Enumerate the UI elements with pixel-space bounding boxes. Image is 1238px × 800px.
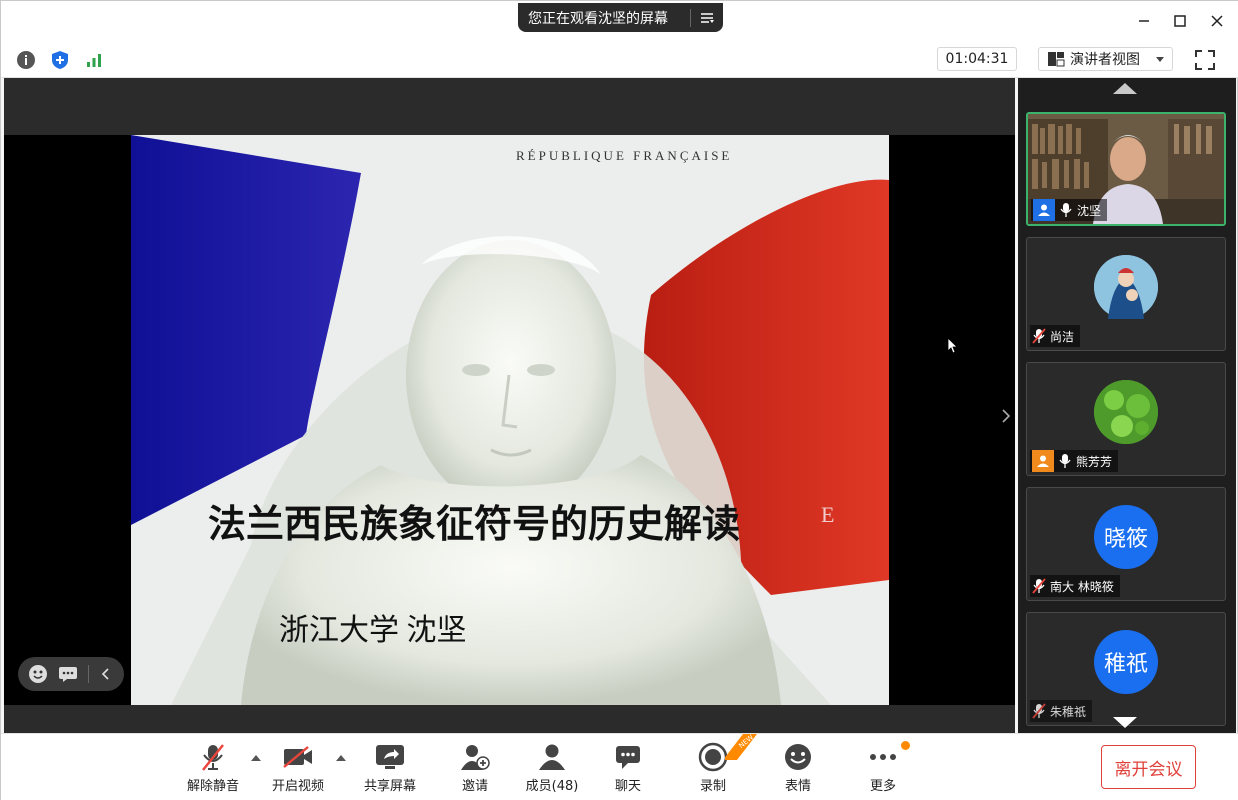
meeting-window: 您正在观看沈坚的屏幕 01:04:31 演讲者视图 RÉPUBLIQUE FRA…	[0, 0, 1238, 800]
members-button[interactable]: 成员(48)	[517, 742, 587, 796]
record-label: 录制	[699, 779, 726, 794]
mic-muted-icon	[1032, 578, 1046, 594]
participant-tile-1[interactable]: 沈坚	[1026, 112, 1226, 226]
mic-muted-icon	[1032, 703, 1046, 719]
start-video-button[interactable]: 开启视频	[263, 742, 333, 796]
mini-toolbar-divider	[88, 665, 89, 683]
audio-options-caret[interactable]	[251, 755, 261, 761]
meeting-timer: 01:04:31	[937, 47, 1017, 71]
slide-title: 法兰西民族象征符号的历史解读	[208, 504, 741, 546]
flag-background	[131, 135, 889, 705]
chat-button[interactable]: 聊天	[593, 742, 663, 796]
chat-label: 聊天	[614, 779, 641, 794]
share-screen-button[interactable]: 共享屏幕	[355, 742, 425, 796]
fullscreen-icon[interactable]	[1193, 48, 1217, 72]
new-badge: NEW	[725, 734, 757, 760]
participant-tile-5[interactable]: 稚祇 朱稚祇	[1026, 612, 1226, 726]
participant-name: 沈坚	[1077, 203, 1102, 218]
more-dots-icon	[867, 742, 899, 772]
participant-namebar: 沈坚	[1031, 199, 1108, 221]
mouse-cursor-icon	[948, 338, 958, 353]
mic-muted-icon	[197, 742, 229, 772]
host-icon	[1033, 199, 1055, 221]
minimize-icon[interactable]	[1134, 11, 1154, 31]
participant-namebar: 尚洁	[1030, 325, 1081, 347]
avatar: 晓筱	[1094, 505, 1158, 569]
scroll-down-icon[interactable]	[1113, 717, 1137, 728]
slide-header-text: RÉPUBLIQUE FRANÇAISE	[516, 148, 733, 163]
scroll-up-icon[interactable]	[1113, 83, 1137, 94]
more-button[interactable]: 更多	[848, 742, 918, 796]
presentation-slide: RÉPUBLIQUE FRANÇAISE E 法兰西民族象征符号的历史解读 浙江…	[131, 135, 889, 705]
share-notice-text: 您正在观看沈坚的屏幕	[528, 10, 668, 27]
avatar	[1094, 255, 1158, 319]
participant-namebar: 南大 林晓筱	[1030, 575, 1120, 597]
chat-icon	[612, 742, 644, 772]
start-video-label: 开启视频	[271, 779, 324, 794]
participant-tile-2[interactable]: 尚洁	[1026, 237, 1226, 351]
add-user-icon	[459, 742, 491, 772]
microphone-icon	[1060, 203, 1072, 217]
info-icon[interactable]	[14, 48, 38, 72]
avatar	[1094, 380, 1158, 444]
reactions-label: 表情	[784, 779, 811, 794]
unmute-button[interactable]: 解除静音	[178, 742, 248, 796]
participant-namebar: 熊芳芳	[1030, 450, 1119, 472]
members-label: 成员(48)	[525, 779, 579, 794]
microphone-icon	[1059, 454, 1071, 468]
smiley-icon	[782, 742, 814, 772]
chevron-left-icon[interactable]	[99, 667, 111, 681]
slide-ghost-letter: E	[821, 502, 837, 527]
annotation-mini-toolbar	[18, 657, 124, 691]
title-bar: 您正在观看沈坚的屏幕	[1, 1, 1238, 41]
shield-plus-icon[interactable]	[48, 48, 72, 72]
chat-bubble-icon[interactable]	[58, 665, 78, 683]
layout-icon	[1048, 52, 1065, 67]
notification-dot	[901, 741, 910, 750]
chevron-down-icon	[1156, 57, 1164, 62]
chevron-right-icon[interactable]	[1001, 409, 1011, 423]
participant-tile-4[interactable]: 晓筱 南大 林晓筱	[1026, 487, 1226, 601]
more-label: 更多	[869, 779, 896, 794]
close-icon[interactable]	[1207, 11, 1227, 31]
screen-share-notice[interactable]: 您正在观看沈坚的屏幕	[518, 3, 723, 32]
list-menu-icon[interactable]	[691, 12, 723, 24]
meeting-controls-bar: 解除静音 开启视频 共享屏幕 邀请 成员(48) 聊天 录制 NEW 表情 更多…	[1, 733, 1238, 800]
video-options-caret[interactable]	[336, 755, 346, 761]
participant-namebar: 朱稚祇	[1030, 700, 1093, 722]
view-mode-label: 演讲者视图	[1070, 52, 1140, 68]
marianne-bust-head	[406, 240, 616, 510]
mic-muted-icon	[1032, 328, 1046, 344]
view-mode-select[interactable]: 演讲者视图	[1038, 47, 1173, 71]
participant-tile-3[interactable]: 熊芳芳	[1026, 362, 1226, 476]
avatar: 稚祇	[1094, 630, 1158, 694]
invite-button[interactable]: 邀请	[440, 742, 510, 796]
info-toolbar: 01:04:31 演讲者视图	[1, 41, 1238, 78]
smiley-icon[interactable]	[28, 664, 48, 684]
participant-gallery: 沈坚 尚洁 熊芳芳 晓筱 南大 林晓筱 稚祇 朱稚祇	[1018, 78, 1236, 733]
cohost-icon	[1032, 450, 1054, 472]
unmute-label: 解除静音	[186, 779, 239, 794]
participant-name: 朱稚祇	[1050, 704, 1087, 719]
maximize-icon[interactable]	[1170, 11, 1190, 31]
shared-screen-stage: RÉPUBLIQUE FRANÇAISE E 法兰西民族象征符号的历史解读 浙江…	[4, 78, 1015, 733]
share-screen-label: 共享屏幕	[363, 779, 416, 794]
slide-author: 浙江大学 沈坚	[279, 614, 467, 647]
participant-name: 尚洁	[1050, 329, 1075, 344]
members-icon	[536, 742, 568, 772]
participant-name: 熊芳芳	[1076, 454, 1113, 469]
camera-off-icon	[282, 742, 314, 772]
reactions-button[interactable]: 表情	[763, 742, 833, 796]
signal-bars-icon[interactable]	[82, 48, 106, 72]
invite-label: 邀请	[461, 779, 488, 794]
participant-name: 南大 林晓筱	[1050, 579, 1114, 594]
leave-meeting-button[interactable]: 离开会议	[1101, 745, 1196, 789]
share-screen-icon	[374, 742, 406, 772]
